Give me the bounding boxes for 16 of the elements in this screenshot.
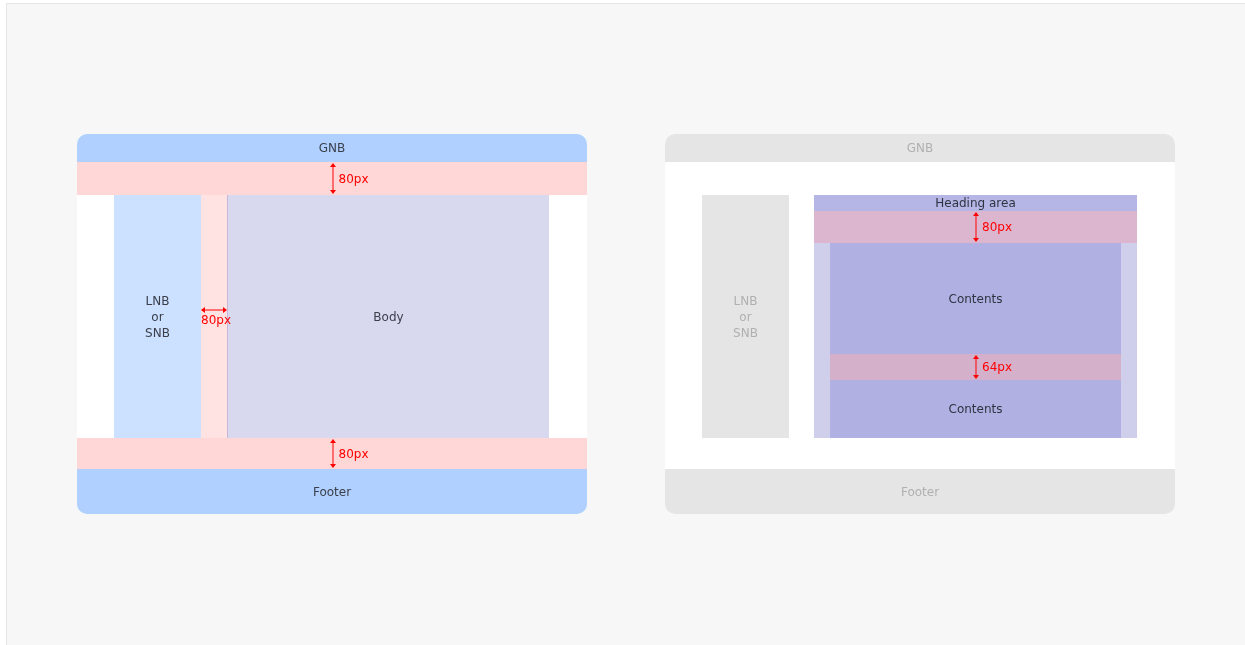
spacing-label: 80px	[338, 446, 369, 461]
spacing-label: 80px	[982, 220, 1012, 234]
dimension-arrow	[201, 306, 227, 313]
dimension-arrow	[973, 355, 979, 379]
spacing-label: 64px	[982, 360, 1012, 374]
spacing-label: 80px	[201, 312, 231, 327]
spacing-label: 80px	[338, 171, 369, 186]
gnb-bar: GNB	[77, 134, 587, 162]
contents-area: Contents	[830, 380, 1121, 438]
footer-bar: Footer	[77, 469, 587, 514]
dimension-arrow	[329, 439, 336, 468]
side-nav-label: LNB or SNB	[145, 292, 170, 341]
contents-area: Contents	[830, 243, 1121, 354]
dimension-arrow	[973, 212, 979, 242]
dimension-arrow	[329, 163, 336, 194]
heading-area: Heading area	[814, 195, 1137, 211]
